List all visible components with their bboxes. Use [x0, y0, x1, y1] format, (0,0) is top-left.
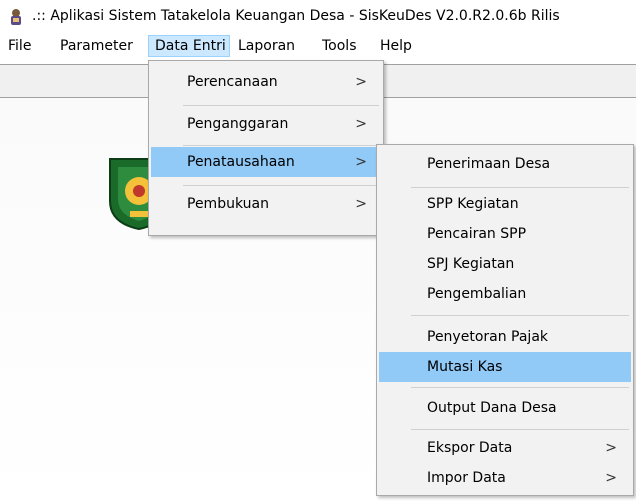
- chevron-right-icon: >: [605, 470, 617, 486]
- menu-item-ekspor-data[interactable]: Ekspor Data >: [379, 433, 631, 463]
- menu-item-perencanaan[interactable]: Perencanaan >: [151, 67, 381, 97]
- menu-separator: [183, 105, 379, 106]
- menu-item-label: SPP Kegiatan: [427, 196, 519, 212]
- menu-help[interactable]: Help: [374, 35, 418, 57]
- menu-laporan[interactable]: Laporan: [232, 35, 301, 57]
- menu-item-penyetoran-pajak[interactable]: Penyetoran Pajak: [379, 322, 631, 352]
- menu-item-pengembalian[interactable]: Pengembalian: [379, 279, 631, 309]
- menu-item-impor-data[interactable]: Impor Data >: [379, 463, 631, 493]
- menu-item-label: Impor Data: [427, 470, 506, 486]
- menu-item-label: Penerimaan Desa: [427, 156, 551, 172]
- menu-tools[interactable]: Tools: [316, 35, 363, 57]
- menu-separator: [411, 429, 629, 430]
- menu-item-label: Output Dana Desa: [427, 400, 557, 416]
- menu-bar: File Parameter Data Entri Laporan Tools …: [0, 34, 636, 58]
- menu-item-pencairan-spp[interactable]: Pencairan SPP: [379, 219, 631, 249]
- app-icon: [11, 9, 21, 25]
- menu-item-output-dana-desa[interactable]: Output Dana Desa: [379, 393, 631, 423]
- menu-data-entri-label: Data Entri: [155, 38, 226, 54]
- menu-parameter-label: Parameter: [60, 38, 133, 54]
- menu-item-penganggaran[interactable]: Penganggaran >: [151, 109, 381, 139]
- menu-item-label: Pencairan SPP: [427, 226, 527, 242]
- penatausahaan-submenu: Penerimaan Desa SPP Kegiatan Pencairan S…: [376, 144, 634, 496]
- menu-item-penerimaan-desa[interactable]: Penerimaan Desa: [379, 149, 631, 179]
- menu-item-spj-kegiatan[interactable]: SPJ Kegiatan: [379, 249, 631, 279]
- menu-item-label: Penatausahaan: [187, 154, 295, 170]
- menu-item-label: Ekspor Data: [427, 440, 513, 456]
- menu-item-pembukuan[interactable]: Pembukuan >: [151, 189, 381, 219]
- menu-file[interactable]: File: [2, 35, 37, 57]
- chevron-right-icon: >: [355, 196, 367, 212]
- menu-item-penatausahaan[interactable]: Penatausahaan >: [151, 147, 381, 177]
- menu-item-label: Penyetoran Pajak: [427, 329, 549, 345]
- chevron-right-icon: >: [355, 154, 367, 170]
- menu-item-label: SPJ Kegiatan: [427, 256, 515, 272]
- window-title: .:: Aplikasi Sistem Tatakelola Keuangan …: [32, 8, 560, 24]
- menu-item-label: Penganggaran: [187, 116, 289, 132]
- title-bar: .:: Aplikasi Sistem Tatakelola Keuangan …: [0, 0, 636, 34]
- menu-item-label: Mutasi Kas: [427, 359, 503, 375]
- menu-help-label: Help: [380, 38, 412, 54]
- menu-item-label: Perencanaan: [187, 74, 278, 90]
- menu-laporan-label: Laporan: [238, 38, 296, 54]
- data-entri-menu: Perencanaan > Penganggaran > Penatausaha…: [148, 60, 384, 236]
- menu-separator: [411, 315, 629, 316]
- menu-item-mutasi-kas[interactable]: Mutasi Kas: [379, 352, 631, 382]
- menu-file-label: File: [8, 38, 32, 54]
- menu-separator: [411, 387, 629, 388]
- menu-item-label: Pembukuan: [187, 196, 269, 212]
- chevron-right-icon: >: [605, 440, 617, 456]
- menu-tools-label: Tools: [322, 38, 357, 54]
- menu-data-entri[interactable]: Data Entri: [148, 35, 230, 57]
- menu-item-label: Pengembalian: [427, 286, 527, 302]
- menu-separator: [411, 187, 629, 188]
- menu-item-spp-kegiatan[interactable]: SPP Kegiatan: [379, 189, 631, 219]
- chevron-right-icon: >: [355, 116, 367, 132]
- chevron-right-icon: >: [355, 74, 367, 90]
- menu-separator: [183, 185, 379, 186]
- menu-separator: [183, 145, 379, 146]
- menu-parameter[interactable]: Parameter: [54, 35, 139, 57]
